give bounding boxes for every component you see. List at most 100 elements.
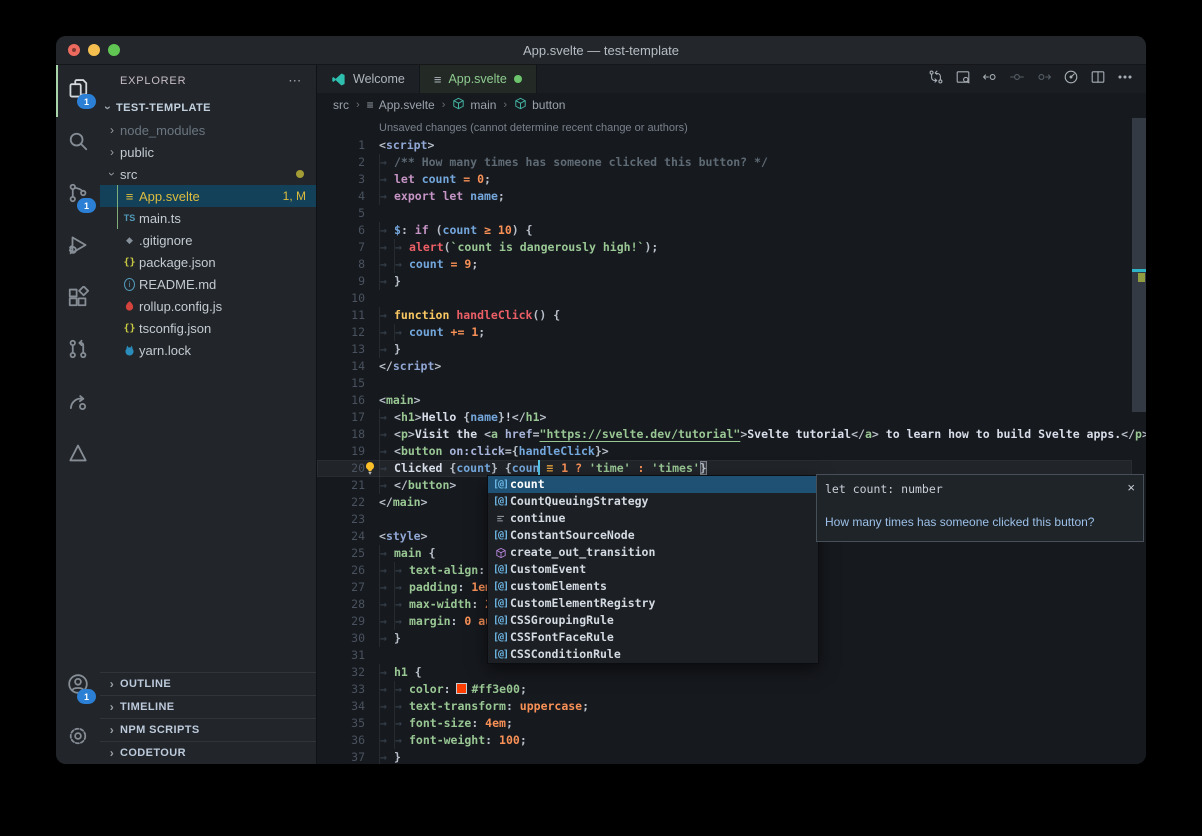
- github-pr-button[interactable]: [56, 325, 100, 377]
- settings-button[interactable]: [56, 712, 100, 764]
- suggestion-customelementregistry[interactable]: [@]CustomElementRegistry: [488, 595, 818, 612]
- code-line[interactable]: 33 →→color: #ff3e00;: [317, 681, 1132, 698]
- code-line[interactable]: 1 <script>: [317, 137, 1132, 154]
- more-actions-button[interactable]: [1111, 65, 1138, 93]
- breadcrumb-item-app-svelte[interactable]: ≡App.svelte: [367, 98, 435, 112]
- git-file-icon: ◆: [120, 235, 139, 246]
- code-line[interactable]: 15: [317, 375, 1132, 392]
- code-line[interactable]: 35 →→font-size: 4em;: [317, 715, 1132, 732]
- chevron-down-icon: ›: [101, 100, 115, 116]
- search-button[interactable]: [56, 117, 100, 169]
- compare-changes-button[interactable]: [922, 65, 949, 93]
- tree-item-rollup-config-js[interactable]: rollup.config.js: [100, 295, 316, 317]
- tree-item-yarn-lock[interactable]: yarn.lock: [100, 339, 316, 361]
- window-title: App.svelte — test-template: [523, 43, 679, 58]
- suggestion-cssgroupingrule[interactable]: [@]CSSGroupingRule: [488, 612, 818, 629]
- zoom-button[interactable]: [108, 44, 120, 56]
- line-number: 30: [317, 630, 365, 647]
- accounts-button[interactable]: 1: [56, 660, 100, 712]
- code-line[interactable]: 37 →}: [317, 749, 1132, 764]
- color-swatch[interactable]: [457, 684, 466, 693]
- section-codetour[interactable]: › CODETOUR: [100, 741, 316, 764]
- azure-button[interactable]: [56, 429, 100, 481]
- code-line[interactable]: 3 →let count = 0;: [317, 171, 1132, 188]
- previous-change-button[interactable]: [976, 65, 1003, 93]
- run-debug-button[interactable]: [56, 221, 100, 273]
- tree-item-public[interactable]: ›public: [100, 141, 316, 163]
- views-and-more-actions-icon[interactable]: ⋯: [288, 73, 302, 89]
- current-change-button[interactable]: [1003, 65, 1030, 93]
- tree-item-package-json[interactable]: {}package.json: [100, 251, 316, 273]
- split-editor-button[interactable]: [1084, 65, 1111, 93]
- section-npm-scripts[interactable]: › NPM SCRIPTS: [100, 718, 316, 741]
- heatmap-button[interactable]: [1057, 65, 1084, 93]
- code-line[interactable]: 36 →→font-weight: 100;: [317, 732, 1132, 749]
- tree-item--gitignore[interactable]: ◆.gitignore: [100, 229, 316, 251]
- breadcrumb-item-src[interactable]: src: [333, 98, 349, 112]
- breadcrumb-item-button[interactable]: button: [514, 97, 565, 113]
- editor-scrollbar[interactable]: [1132, 118, 1146, 412]
- tree-item-src[interactable]: ›src: [100, 163, 316, 185]
- code-line[interactable]: 10: [317, 290, 1132, 307]
- code-line[interactable]: 18 →<p>Visit the <a href="https://svelte…: [317, 426, 1132, 443]
- suggestion-customevent[interactable]: [@]CustomEvent: [488, 561, 818, 578]
- explorer-button[interactable]: 1: [56, 65, 100, 117]
- section-timeline[interactable]: › TIMELINE: [100, 695, 316, 718]
- code-line[interactable]: 14 </script>: [317, 358, 1132, 375]
- tree-item-node-modules[interactable]: ›node_modules: [100, 119, 316, 141]
- lightbulb-icon[interactable]: [363, 461, 377, 475]
- modified-dot: [296, 170, 304, 178]
- tab-welcome[interactable]: Welcome: [317, 65, 420, 93]
- breadcrumb-separator: ›: [356, 99, 360, 111]
- code-line[interactable]: 6 →$: if (count ≥ 10) {: [317, 222, 1132, 239]
- suggestion-constantsourcenode[interactable]: [@]ConstantSourceNode: [488, 527, 818, 544]
- code-line[interactable]: 17 →<h1>Hello {name}!</h1>: [317, 409, 1132, 426]
- section-outline[interactable]: › OUTLINE: [100, 672, 316, 695]
- live-share-button[interactable]: [56, 377, 100, 429]
- suggestion-count[interactable]: [@]count: [488, 476, 818, 493]
- code-line[interactable]: 9 →}: [317, 273, 1132, 290]
- tree-item-main-ts[interactable]: TSmain.ts: [100, 207, 316, 229]
- code-line[interactable]: 12 →→count += 1;: [317, 324, 1132, 341]
- suggestion-cssfontfacerule[interactable]: [@]CSSFontFaceRule: [488, 629, 818, 646]
- code-line[interactable]: 8 →→count = 9;: [317, 256, 1132, 273]
- whitespace-tab: →: [379, 664, 394, 681]
- tab-app-svelte[interactable]: ≡ App.svelte: [420, 65, 537, 93]
- whitespace-tab: →: [379, 630, 394, 647]
- code-line[interactable]: 4 →export let name;: [317, 188, 1132, 205]
- extensions-button[interactable]: [56, 273, 100, 325]
- file-label: App.svelte: [139, 189, 200, 204]
- title-bar[interactable]: App.svelte — test-template: [56, 36, 1146, 65]
- code-line[interactable]: 5: [317, 205, 1132, 222]
- suggestion-continue[interactable]: continue: [488, 510, 818, 527]
- suggestion-cssconditionrule[interactable]: [@]CSSConditionRule: [488, 646, 818, 663]
- workspace-root-folder[interactable]: › TEST-TEMPLATE: [100, 97, 316, 119]
- code-line[interactable]: 2 →/** How many times has someone clicke…: [317, 154, 1132, 171]
- source-control-button[interactable]: 1: [56, 169, 100, 221]
- suggestion-create_out_transition[interactable]: create_out_transition: [488, 544, 818, 561]
- open-preview-button[interactable]: [949, 65, 976, 93]
- suggestion-customelements[interactable]: [@]customElements: [488, 578, 818, 595]
- line-number: 3: [317, 171, 365, 188]
- code-editor[interactable]: Unsaved changes (cannot determine recent…: [317, 117, 1146, 764]
- tree-item-tsconfig-json[interactable]: {}tsconfig.json: [100, 317, 316, 339]
- code-line[interactable]: 16 <main>: [317, 392, 1132, 409]
- code-line[interactable]: 13 →}: [317, 341, 1132, 358]
- close-icon[interactable]: ×: [1127, 481, 1135, 494]
- code-line[interactable]: 7 →→alert(`count is dangerously high!`);: [317, 239, 1132, 256]
- code-line[interactable]: 11 →function handleClick() {: [317, 307, 1132, 324]
- suggestion-countqueuingstrategy[interactable]: [@]CountQueuingStrategy: [488, 493, 818, 510]
- tree-item-app-svelte[interactable]: ≡App.svelte 1, M: [100, 185, 316, 207]
- autocomplete-popup: [@]count [@]CountQueuingStrategy continu…: [487, 475, 819, 664]
- gitlens-annotation: Unsaved changes (cannot determine recent…: [379, 120, 688, 137]
- close-button[interactable]: [68, 44, 80, 56]
- tree-item-readme-md[interactable]: iREADME.md: [100, 273, 316, 295]
- whitespace-tab: →: [379, 443, 394, 460]
- next-change-button[interactable]: [1030, 65, 1057, 93]
- code-line[interactable]: 19 →<button on:click={handleClick}>: [317, 443, 1132, 460]
- code-line[interactable]: 32 →h1 {: [317, 664, 1132, 681]
- code-line[interactable]: 34 →→text-transform: uppercase;: [317, 698, 1132, 715]
- breadcrumb-item-main[interactable]: main: [452, 97, 496, 113]
- file-label: tsconfig.json: [139, 321, 211, 336]
- minimize-button[interactable]: [88, 44, 100, 56]
